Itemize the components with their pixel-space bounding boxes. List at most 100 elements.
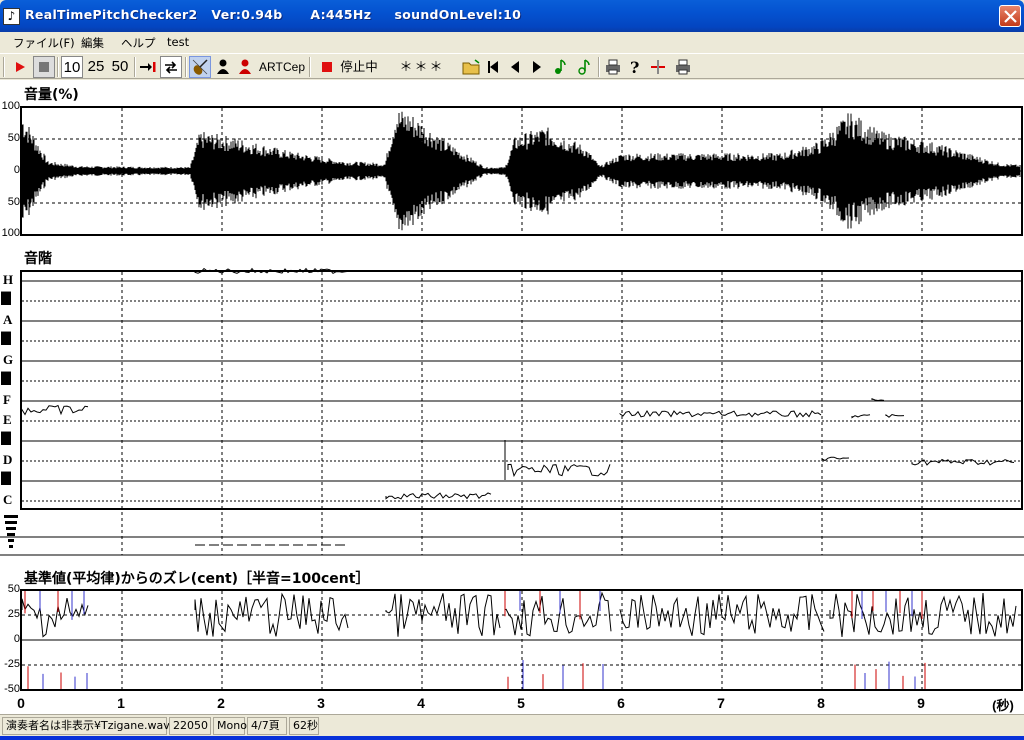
title-bar: ♪ RealTimePitchChecker2 Ver:0.94b A:445H… bbox=[0, 0, 1024, 32]
print2-icon bbox=[676, 59, 690, 75]
note-icon bbox=[555, 59, 566, 74]
cent-tick: 0 bbox=[13, 633, 20, 645]
marker-icon bbox=[651, 60, 665, 74]
status-bar: 演奏者名は非表示¥Tzigane.wav 22050 Mono 4/7頁 62秒 bbox=[0, 714, 1024, 736]
time-tick: 5 bbox=[517, 695, 525, 711]
time-tick: 4 bbox=[417, 695, 425, 711]
status-label: 停止中 bbox=[340, 60, 378, 74]
folder-icon bbox=[462, 59, 480, 75]
play-icon bbox=[16, 62, 25, 72]
zoom-10-button[interactable]: 10 bbox=[61, 56, 83, 78]
note2-button[interactable] bbox=[575, 56, 593, 78]
black-key bbox=[1, 371, 11, 385]
cep-button[interactable]: Cep bbox=[283, 56, 305, 78]
art-button[interactable]: ART bbox=[259, 56, 283, 78]
volume-tick: 50 bbox=[7, 132, 20, 144]
volume-tick: 100 bbox=[1, 100, 20, 112]
stop-icon bbox=[39, 62, 49, 72]
menu-help[interactable]: ヘルプ bbox=[121, 35, 156, 51]
cent-tick: 25 bbox=[7, 608, 20, 620]
pitch-plot[interactable] bbox=[20, 270, 1023, 510]
person-icon bbox=[217, 59, 229, 74]
time-tick: 9 bbox=[917, 695, 925, 711]
cent-title: 基準値(平均律)からのズレ(cent)［半音=100cent］ bbox=[24, 571, 370, 587]
volume-title: 音量(%) bbox=[24, 87, 79, 103]
print-icon bbox=[606, 59, 620, 75]
menu-file[interactable]: ファイル(F) bbox=[13, 35, 75, 51]
black-key bbox=[1, 291, 11, 305]
zoom-25-button[interactable]: 25 bbox=[84, 56, 108, 78]
window-title: RealTimePitchChecker2 Ver:0.94b A:445Hz … bbox=[25, 7, 522, 22]
volume-tick: 100 bbox=[1, 227, 20, 239]
help-button[interactable]: ? bbox=[627, 56, 645, 78]
note2-icon bbox=[578, 59, 590, 75]
status-rate: 22050 bbox=[169, 717, 211, 735]
marker-button[interactable] bbox=[649, 56, 667, 78]
cent-tick: -50 bbox=[4, 683, 20, 695]
status-channels: Mono bbox=[213, 717, 247, 735]
first-icon bbox=[488, 61, 498, 73]
volume-tick: 0 bbox=[13, 164, 20, 176]
print2-button[interactable] bbox=[673, 56, 693, 78]
cent-plot[interactable] bbox=[20, 589, 1023, 691]
note-label-f: F bbox=[3, 392, 11, 407]
jump-icon bbox=[140, 62, 156, 72]
next-icon bbox=[533, 61, 541, 73]
play-button[interactable] bbox=[10, 56, 30, 78]
svg-text:?: ? bbox=[630, 58, 639, 77]
violin-icon bbox=[192, 59, 208, 75]
note-label-a: A bbox=[3, 312, 13, 327]
pitch-title: 音階 bbox=[24, 251, 52, 267]
time-tick: 2 bbox=[217, 695, 225, 711]
time-tick: 3 bbox=[317, 695, 325, 711]
window-frame bbox=[0, 736, 1024, 740]
note-button[interactable] bbox=[551, 56, 569, 78]
guitar-icon[interactable]: ♪ bbox=[3, 8, 20, 25]
time-tick: 1 bbox=[117, 695, 125, 711]
cent-tick: -25 bbox=[4, 658, 20, 670]
cent-tick: 50 bbox=[7, 583, 20, 595]
note-label-e: E bbox=[3, 412, 12, 427]
menu-bar: ファイル(F) 編集 ヘルプ test bbox=[0, 32, 1024, 52]
volume-tick: 50 bbox=[7, 196, 20, 208]
help-icon: ? bbox=[630, 58, 639, 77]
note-label-g: G bbox=[3, 352, 14, 367]
volume-plot[interactable] bbox=[20, 106, 1023, 236]
record-button[interactable] bbox=[317, 56, 337, 78]
close-button[interactable] bbox=[999, 5, 1021, 27]
zoom-50-button[interactable]: 50 bbox=[108, 56, 132, 78]
toolbar: 10 25 50 ART Cep 停止中 ＊＊＊ ? bbox=[0, 53, 1024, 79]
time-unit: (秒) bbox=[992, 698, 1014, 713]
note-label-h: H bbox=[3, 272, 14, 287]
loop-button[interactable] bbox=[160, 56, 182, 78]
violin-button[interactable] bbox=[189, 56, 211, 78]
singer-icon bbox=[239, 59, 251, 74]
prev-page-button[interactable] bbox=[506, 56, 524, 78]
time-tick: 6 bbox=[617, 695, 625, 711]
singer-button[interactable] bbox=[235, 56, 255, 78]
pitch-display: ＊＊＊ bbox=[386, 56, 458, 78]
time-tick: 7 bbox=[717, 695, 725, 711]
open-button[interactable] bbox=[461, 56, 481, 78]
black-key bbox=[1, 331, 11, 345]
time-tick: 0 bbox=[17, 695, 25, 711]
note-label-c: C bbox=[3, 492, 13, 507]
record-icon bbox=[322, 62, 332, 72]
stop-button[interactable] bbox=[33, 56, 55, 78]
time-tick: 8 bbox=[817, 695, 825, 711]
status-duration: 62秒 bbox=[289, 717, 319, 735]
status-file: 演奏者名は非表示¥Tzigane.wav bbox=[2, 717, 170, 735]
jump-button[interactable] bbox=[138, 56, 158, 78]
first-page-button[interactable] bbox=[484, 56, 502, 78]
print-button[interactable] bbox=[603, 56, 623, 78]
prev-icon bbox=[511, 61, 519, 73]
menu-test[interactable]: test bbox=[167, 35, 189, 49]
next-page-button[interactable] bbox=[528, 56, 546, 78]
note-label-d: D bbox=[3, 452, 13, 467]
person-button[interactable] bbox=[213, 56, 233, 78]
menu-edit[interactable]: 編集 bbox=[81, 35, 104, 51]
black-key bbox=[1, 431, 11, 445]
status-page: 4/7頁 bbox=[247, 717, 287, 735]
close-icon bbox=[1004, 10, 1017, 23]
black-key bbox=[1, 471, 11, 485]
